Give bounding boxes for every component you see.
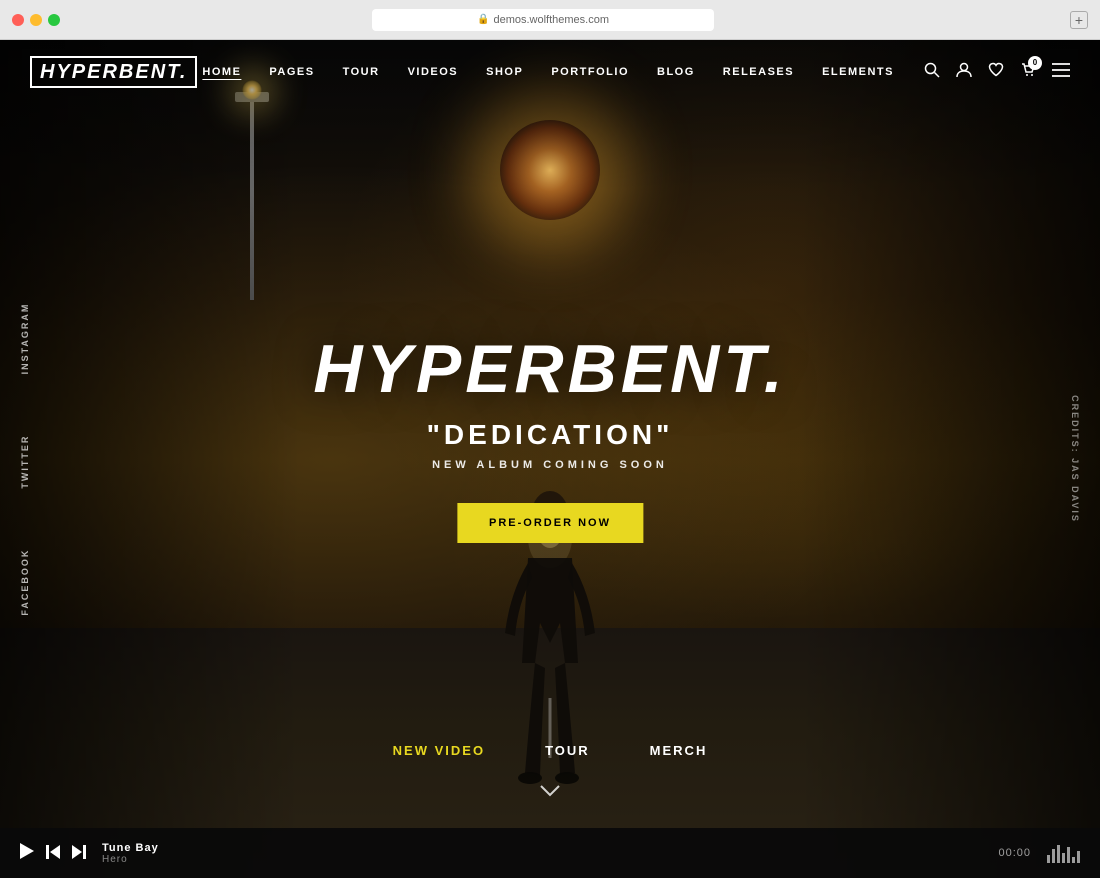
nav-videos[interactable]: VIDEOS [408, 66, 459, 78]
nav-portfolio[interactable]: PORTFOLIO [551, 66, 629, 78]
minimize-button[interactable] [30, 14, 42, 26]
new-video-link[interactable]: NEW VIDEO [393, 743, 485, 758]
instagram-link[interactable]: INSTAGRAM [20, 303, 30, 375]
site-wrapper: HYPERBENT. HOME PAGES TOUR VIDEOS SHOP P… [0, 40, 1100, 878]
merch-link[interactable]: MERCH [650, 743, 708, 758]
hero-title: HYPERBENT. [313, 335, 786, 403]
nav-pages[interactable]: PAGES [269, 66, 314, 78]
site-logo[interactable]: HYPERBENT. [30, 56, 197, 88]
nav-links: HOME PAGES TOUR VIDEOS SHOP PORTFOLIO BL… [202, 66, 894, 78]
nav-shop[interactable]: SHOP [486, 66, 523, 78]
equalizer-icon [1047, 843, 1080, 863]
player-controls [20, 843, 86, 864]
facebook-link[interactable]: FACEBOOK [20, 548, 30, 615]
track-name: Tune Bay [102, 842, 159, 854]
nav-releases[interactable]: RELEASES [723, 66, 794, 78]
tour-link[interactable]: TOUR [545, 743, 590, 758]
url-text: demos.wolfthemes.com [493, 14, 609, 26]
scroll-down-arrow[interactable] [540, 780, 560, 803]
hero-subtitle: "DEDICATION" [313, 419, 786, 451]
play-button[interactable] [20, 843, 34, 864]
traffic-lights [12, 14, 60, 26]
nav-home[interactable]: HOME [202, 66, 241, 78]
cart-count: 0 [1028, 56, 1042, 70]
nav-icons: 0 [924, 62, 1070, 83]
player-time: 00:00 [998, 847, 1031, 859]
twitter-link[interactable]: TWITTER [20, 434, 30, 488]
preorder-button[interactable]: PRE-ORDER NOW [457, 503, 643, 543]
close-button[interactable] [12, 14, 24, 26]
side-credits: CREDITS: JAS DAVIS [1070, 395, 1080, 523]
side-social: INSTAGRAM TWITTER FACEBOOK [20, 303, 30, 616]
music-player: Tune Bay Hero 00:00 [0, 828, 1100, 878]
cart-icon[interactable]: 0 [1020, 62, 1036, 83]
nav-elements[interactable]: ELEMENTS [822, 66, 894, 78]
maximize-button[interactable] [48, 14, 60, 26]
prev-button[interactable] [46, 845, 60, 862]
next-button[interactable] [72, 845, 86, 862]
album-name: Hero [102, 854, 159, 865]
section-links: NEW VIDEO TOUR MERCH [393, 743, 708, 758]
menu-icon[interactable] [1052, 63, 1070, 82]
browser-chrome: 🔒 demos.wolfthemes.com + [0, 0, 1100, 40]
search-icon[interactable] [924, 62, 940, 83]
navbar: HYPERBENT. HOME PAGES TOUR VIDEOS SHOP P… [0, 40, 1100, 104]
hero-content: HYPERBENT. "DEDICATION" NEW ALBUM COMING… [313, 335, 786, 543]
new-tab-button[interactable]: + [1070, 11, 1088, 29]
address-bar[interactable]: 🔒 demos.wolfthemes.com [372, 9, 714, 31]
nav-tour[interactable]: TOUR [343, 66, 380, 78]
hero-tagline: NEW ALBUM COMING SOON [313, 459, 786, 471]
user-icon[interactable] [956, 62, 972, 83]
player-info: Tune Bay Hero [102, 842, 159, 865]
lock-icon: 🔒 [477, 14, 489, 25]
nav-blog[interactable]: BLOG [657, 66, 695, 78]
wishlist-icon[interactable] [988, 62, 1004, 83]
